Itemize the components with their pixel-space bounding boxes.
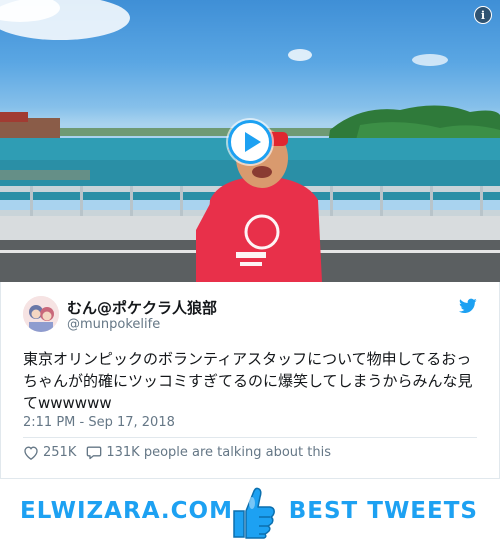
play-button[interactable] xyxy=(228,120,272,164)
best-tweets-label: BEST TWEETS xyxy=(288,498,478,524)
divider xyxy=(23,437,477,438)
branding-banner: ELWIZARA.COM BEST TWEETS xyxy=(0,479,500,547)
tweet-card[interactable]: むん@ポケクラ人狼部 @munpokelife 東京オリンピックのボランティアス… xyxy=(0,282,500,479)
site-name[interactable]: ELWIZARA.COM xyxy=(20,498,233,524)
conversation-link[interactable]: 131K people are talking about this xyxy=(86,445,331,460)
avatar-illustration xyxy=(23,296,59,332)
like-count: 251K xyxy=(43,445,77,460)
thumbs-up-icon xyxy=(233,487,275,539)
author-name[interactable]: むん@ポケクラ人狼部 xyxy=(67,297,217,318)
info-icon[interactable]: i xyxy=(474,6,492,24)
tweet-timestamp[interactable]: 2:11 PM - Sep 17, 2018 xyxy=(23,415,175,430)
talking-about-text: 131K people are talking about this xyxy=(106,445,331,460)
avatar[interactable] xyxy=(23,296,59,332)
reply-bubble-icon xyxy=(87,446,102,460)
tweet-stats: 251K 131K people are talking about this xyxy=(23,445,341,460)
tweet-text: 東京オリンピックのボランティアスタッフについて物申してるおっちゃんが的確にツッコ… xyxy=(23,350,473,412)
video-preview[interactable]: i xyxy=(0,0,500,282)
author-handle[interactable]: @munpokelife xyxy=(67,317,160,332)
twitter-bird-icon[interactable] xyxy=(459,298,477,314)
play-icon xyxy=(244,132,261,152)
heart-icon xyxy=(24,446,38,460)
like-button[interactable]: 251K xyxy=(23,445,76,460)
